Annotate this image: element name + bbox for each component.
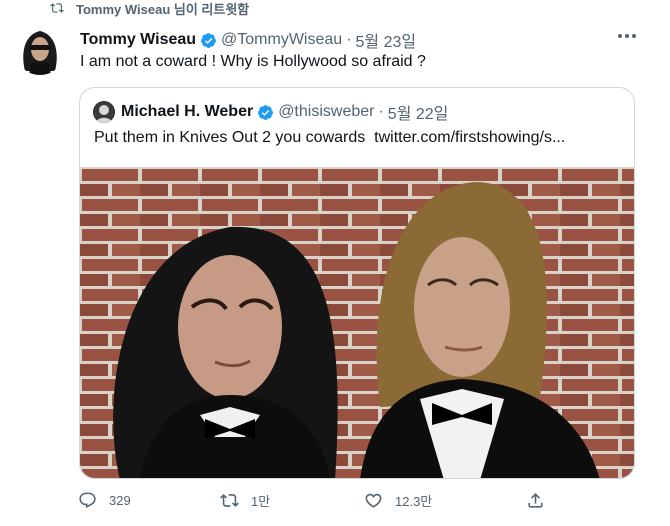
retweet-icon	[220, 494, 239, 507]
author-name[interactable]: Tommy Wiseau	[80, 31, 196, 49]
more-options-button[interactable]	[616, 26, 638, 46]
separator-dot: ·	[346, 31, 352, 48]
photo-two-men-brick-wall	[80, 167, 634, 478]
separator-dot: ·	[378, 103, 384, 120]
reply-icon	[79, 492, 96, 509]
quoted-avatar-image	[93, 101, 115, 123]
tweet-page: Tommy Wiseau 님이 리트윗함 Tommy Wiseau @Tommy…	[0, 0, 670, 526]
quoted-link[interactable]: twitter.com/firstshowing/s...	[374, 129, 565, 146]
quoted-tweet-header: Michael H. Weber @thisisweber · 5월 22일	[93, 100, 448, 124]
tweet-actions-bar: 329 1만 12.3만	[78, 491, 558, 515]
author-handle[interactable]: @TommyWiseau	[221, 31, 342, 49]
tweet-text: I am not a coward ! Why is Hollywood so …	[80, 53, 426, 70]
tweet-date[interactable]: 5월 23일	[356, 28, 417, 52]
quoted-tweet-card[interactable]: Michael H. Weber @thisisweber · 5월 22일 P…	[79, 87, 635, 479]
quoted-media-image[interactable]	[80, 167, 634, 478]
quoted-author-handle: @thisisweber	[278, 103, 375, 120]
retweet-context[interactable]: Tommy Wiseau 님이 리트윗함	[48, 0, 250, 17]
verified-badge-icon	[258, 104, 274, 120]
retweet-icon	[50, 3, 64, 13]
quoted-author-name: Michael H. Weber	[121, 103, 254, 120]
quoted-tweet-text: Put them in Knives Out 2 you cowards twi…	[94, 129, 565, 147]
heart-icon	[365, 493, 382, 508]
avatar-image	[15, 25, 65, 75]
retweet-button[interactable]: 1만	[220, 491, 270, 510]
share-icon	[528, 493, 543, 508]
tweet-header: Tommy Wiseau @TommyWiseau · 5월 23일	[80, 28, 416, 52]
quoted-text-body: Put them in Knives Out 2 you cowards	[94, 129, 366, 146]
more-icon	[618, 34, 636, 38]
like-count: 12.3만	[395, 494, 433, 509]
verified-badge-icon	[201, 32, 216, 48]
quoted-author-avatar	[93, 101, 115, 123]
author-avatar[interactable]	[15, 25, 65, 75]
reply-button[interactable]: 329	[78, 491, 131, 510]
like-button[interactable]: 12.3만	[364, 491, 432, 510]
share-button[interactable]	[526, 491, 557, 510]
reply-count: 329	[109, 493, 131, 508]
retweet-label: Tommy Wiseau 님이 리트윗함	[76, 1, 250, 17]
quoted-tweet-date: 5월 22일	[387, 106, 449, 123]
retweet-count: 1만	[251, 494, 271, 509]
